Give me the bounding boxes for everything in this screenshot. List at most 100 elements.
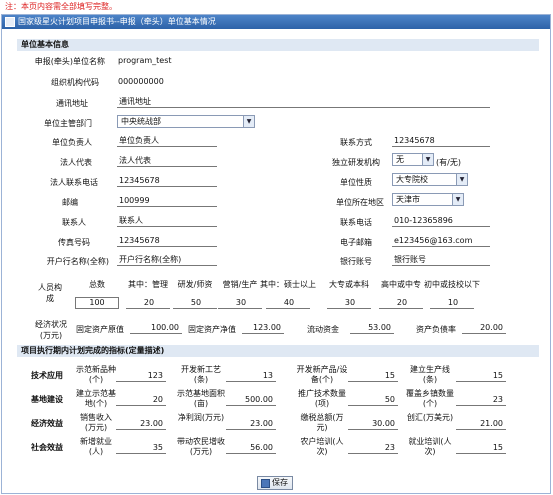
section-indicators: 项目执行期内计划完成的指标(定量描述) [17, 345, 539, 357]
indicator-value-field[interactable]: 23 [348, 442, 398, 454]
disk-icon [261, 479, 270, 488]
legal-label: 法人代表 [60, 158, 92, 167]
head-field[interactable]: 单位负责人 [117, 135, 217, 147]
nature-select[interactable]: 大专院校 ▼ [392, 173, 468, 186]
save-label: 保存 [272, 478, 288, 487]
staff-header: 其中：硕士以上 [260, 280, 316, 289]
indicator-label: 创汇(万美元) [406, 413, 454, 422]
region-select[interactable]: 天津市 ▼ [392, 193, 464, 206]
indicator-label: 带动农民增收(万元) [177, 437, 225, 456]
legal-phone-field[interactable]: 12345678 [117, 175, 217, 187]
finance-label: 经济状况(万元) [35, 320, 67, 340]
indicator-value-field[interactable]: 56.00 [226, 442, 276, 454]
form-icon [5, 17, 15, 27]
indicator-value-field[interactable]: 21.00 [456, 418, 506, 430]
indicator-value-field[interactable]: 50 [348, 394, 398, 406]
staff-value-field[interactable]: 100 [75, 297, 119, 309]
dept-value: 中央统战部 [121, 117, 161, 126]
liaison-phone-label: 联系电话 [340, 218, 372, 227]
contact-label: 联系方式 [340, 138, 372, 147]
notice-text: 注：本页内容需全部填写完整。 [5, 2, 117, 11]
indicator-value-field[interactable]: 23.00 [226, 418, 276, 430]
save-button[interactable]: 保存 [257, 476, 293, 490]
nature-label: 单位性质 [340, 178, 372, 187]
indicator-value-field[interactable]: 23 [456, 394, 506, 406]
liquid-label: 流动资金 [307, 325, 339, 334]
region-value: 天津市 [396, 195, 420, 204]
staff-value-field[interactable]: 50 [173, 297, 217, 309]
bank-acct-field[interactable]: 银行账号 [392, 254, 490, 266]
rd-select[interactable]: 无 ▼ [392, 153, 434, 166]
fixed-net-label: 固定资产净值 [188, 325, 236, 334]
staff-value-field[interactable]: 30 [327, 297, 371, 309]
indicator-value-field[interactable]: 15 [456, 370, 506, 382]
postcode-field[interactable]: 100999 [117, 195, 217, 207]
indicator-label: 就业培训(人次) [408, 437, 452, 456]
fixed-net-field[interactable]: 123.00 [242, 322, 284, 334]
fixed-orig-field[interactable]: 100.00 [130, 322, 182, 334]
org-code-value: 000000000 [118, 77, 164, 86]
legal-phone-label: 法人联系电话 [50, 178, 98, 187]
staff-value-field[interactable]: 30 [218, 297, 262, 309]
indicator-value-field[interactable]: 15 [456, 442, 506, 454]
region-label: 单位所在地区 [336, 198, 384, 207]
liquid-field[interactable]: 53.00 [350, 322, 394, 334]
indicator-value-field[interactable]: 35 [116, 442, 166, 454]
fixed-orig-label: 固定资产原值 [76, 325, 124, 334]
org-code-label: 组织机构代码 [51, 78, 99, 87]
indicator-label: 新增就业(人) [80, 437, 112, 456]
chevron-down-icon[interactable]: ▼ [422, 154, 433, 165]
chevron-down-icon[interactable]: ▼ [456, 174, 467, 185]
window-title: 国家级星火计划项目申报书--申报（牵头）单位基本情况 [18, 17, 216, 26]
indicator-category: 经济效益 [31, 419, 63, 428]
legal-field[interactable]: 法人代表 [117, 155, 217, 167]
staff-value-field[interactable]: 10 [430, 297, 474, 309]
fax-field[interactable]: 12345678 [117, 235, 217, 247]
indicator-label: 农户培训(人次) [300, 437, 344, 456]
indicator-value-field[interactable]: 23.00 [116, 418, 166, 430]
indicator-value-field[interactable]: 13 [226, 370, 276, 382]
liaison-phone-field[interactable]: 010-12365896 [392, 215, 490, 227]
rd-label: 独立研发机构 [332, 158, 380, 167]
debt-field[interactable]: 20.00 [462, 322, 506, 334]
indicator-value-field[interactable]: 500.00 [226, 394, 276, 406]
dept-label: 单位主管部门 [44, 119, 92, 128]
indicator-category: 基地建设 [31, 395, 63, 404]
indicator-label: 净利润(万元) [177, 413, 225, 422]
dept-select[interactable]: 中央统战部 ▼ [117, 115, 255, 128]
chevron-down-icon[interactable]: ▼ [243, 116, 254, 127]
indicator-category: 社会效益 [31, 443, 63, 452]
staff-value-field[interactable]: 20 [379, 297, 423, 309]
indicator-category: 技术应用 [31, 371, 63, 380]
liaison-label: 联系人 [62, 218, 86, 227]
indicator-value-field[interactable]: 123 [116, 370, 166, 382]
fax-label: 传真号码 [58, 238, 90, 247]
staff-header: 初中或技校以下 [424, 280, 480, 289]
indicator-label: 建立生产线(条) [410, 365, 450, 384]
liaison-field[interactable]: 联系人 [117, 215, 217, 227]
indicator-value-field[interactable]: 20 [116, 394, 166, 406]
indicator-label: 建立示范基地(个) [76, 389, 116, 408]
indicator-value-field[interactable]: 30.00 [348, 418, 398, 430]
bank-name-field[interactable]: 开户行名称(全称) [117, 254, 217, 266]
staff-value-field[interactable]: 40 [266, 297, 310, 309]
indicator-value-field[interactable]: 15 [348, 370, 398, 382]
indicator-label: 开发新工艺(条) [181, 365, 221, 384]
bank-name-label: 开户行名称(全称) [46, 257, 109, 266]
chevron-down-icon[interactable]: ▼ [452, 194, 463, 205]
nature-value: 大专院校 [396, 175, 428, 184]
indicator-label: 开发新产品/设备(个) [296, 365, 348, 384]
rd-suffix: (有/无) [436, 158, 461, 167]
indicator-label: 推广技术数量(项) [298, 389, 346, 408]
email-field[interactable]: e123456@163.com [392, 235, 490, 247]
rd-value: 无 [396, 155, 404, 164]
indicator-label: 销售收入(万元) [80, 413, 112, 432]
staff-value-field[interactable]: 20 [126, 297, 170, 309]
window-titlebar: 国家级星火计划项目申报书--申报（牵头）单位基本情况 [2, 15, 550, 29]
contact-field[interactable]: 12345678 [392, 135, 490, 147]
address-field[interactable]: 通讯地址 [117, 96, 490, 108]
section-basic-info: 单位基本信息 [17, 39, 539, 51]
postcode-label: 邮编 [62, 198, 78, 207]
head-label: 单位负责人 [52, 138, 92, 147]
email-label: 电子邮箱 [340, 238, 372, 247]
